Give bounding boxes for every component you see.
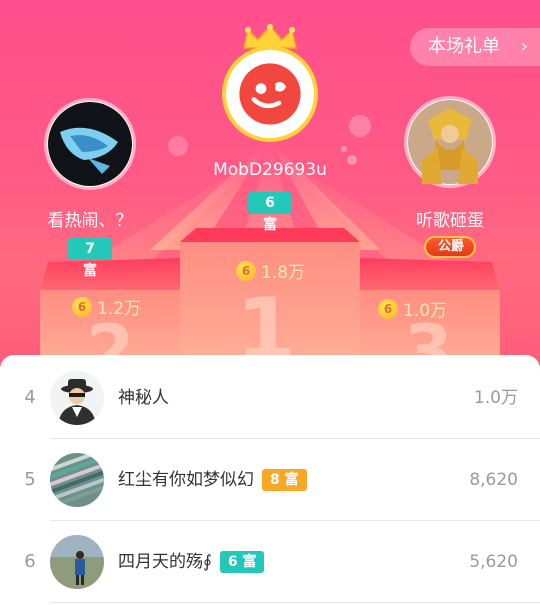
ranking-list: 4 神秘人 1.0万 5 红尘有你如梦似幻 8 富 8,620 6 四月天的殇∮… [0, 355, 540, 605]
rich-level-badge: 6 富 [219, 551, 265, 573]
rich-level-badge: 8 富 [262, 469, 307, 491]
second-place-name: 看热闹、？ [47, 211, 133, 231]
first-place-amount: 6 1.8万 [236, 258, 305, 283]
user-avatar[interactable] [50, 535, 104, 589]
coin-icon: 6 [236, 260, 256, 281]
third-place-amount: 6 1.0万 [378, 296, 447, 321]
gold-saint-avatar-icon [408, 100, 492, 184]
list-item[interactable]: 5 红尘有你如梦似幻 8 富 8,620 [0, 439, 540, 521]
rank-number: 5 [24, 469, 36, 490]
second-place-amount-text: 1.2万 [97, 299, 142, 319]
anonymous-user-icon [50, 371, 104, 425]
list-item[interactable]: 4 神秘人 1.0万 [0, 357, 540, 439]
app-logo-avatar-icon [239, 63, 301, 125]
user-name: 四月天的殇∮ [118, 552, 212, 572]
rank-number: 6 [24, 551, 36, 572]
user-name: 神秘人 [118, 388, 169, 408]
photo-avatar-icon [50, 535, 104, 589]
mystery-user-avatar[interactable] [50, 371, 104, 425]
striped-avatar-icon [50, 453, 104, 507]
rank-number: 4 [24, 387, 36, 408]
third-place-amount-text: 1.0万 [403, 301, 448, 321]
first-place-name: MobD29693u [213, 160, 327, 180]
first-place-rich-badge: 6 富 [248, 192, 292, 233]
coin-icon: 6 [378, 298, 398, 319]
list-item[interactable]: 6 四月天的殇∮ 6 富 5,620 [0, 521, 540, 603]
divider [50, 602, 540, 603]
chevron-right-icon: › [520, 36, 528, 57]
contribution-value: 8,620 [469, 470, 518, 490]
user-name: 红尘有你如梦似幻 [118, 470, 254, 490]
user-avatar[interactable] [50, 453, 104, 507]
third-place-avatar[interactable] [404, 96, 496, 188]
third-place-duke-badge: 公爵 [424, 236, 477, 258]
second-place-amount: 6 1.2万 [72, 294, 141, 319]
second-place-avatar[interactable] [44, 98, 136, 190]
second-place-rich-badge: 7 富 [68, 238, 112, 279]
coin-icon: 6 [72, 296, 92, 317]
first-place-amount-text: 1.8万 [261, 263, 306, 283]
mecha-avatar-icon [48, 102, 132, 186]
third-place-name: 听歌砸蛋 [416, 211, 484, 231]
contribution-value: 5,620 [469, 552, 518, 572]
leaderboard-hero: 1 2 3 本场礼单 › MobD29693u 6 富 61.8万 看热闹、？ [0, 0, 540, 380]
gift-list-label: 本场礼单 [428, 36, 500, 57]
gift-list-button[interactable]: 本场礼单 › [410, 28, 540, 66]
contribution-value: 1.0万 [473, 388, 518, 408]
first-place-avatar[interactable] [222, 46, 318, 142]
